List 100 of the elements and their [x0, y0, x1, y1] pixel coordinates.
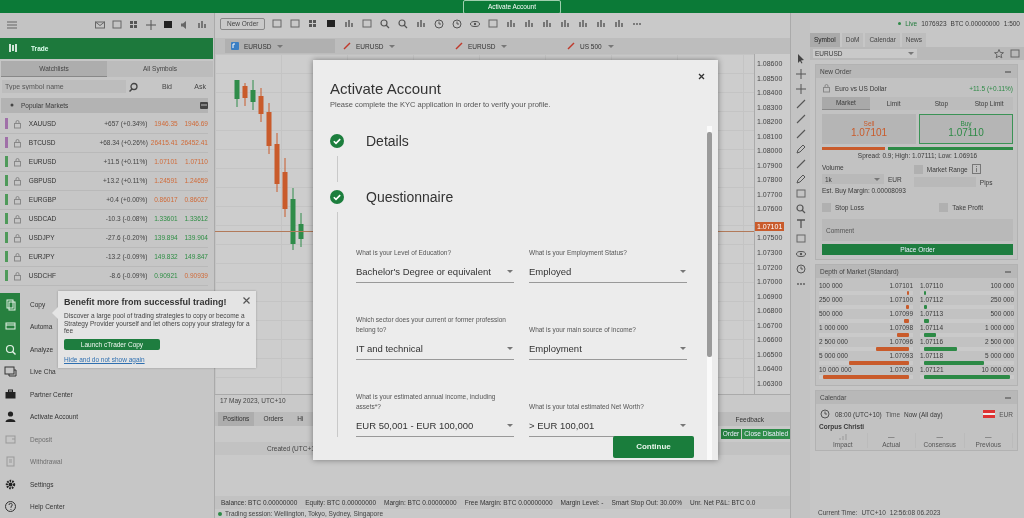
window-icon[interactable]: [111, 19, 123, 32]
candle: [282, 157, 288, 218]
answer-dropdown[interactable]: Employed: [529, 261, 687, 283]
eye-icon[interactable]: [794, 248, 807, 260]
lock-icon: [12, 194, 22, 205]
candle: [274, 132, 280, 193]
crosshair-icon[interactable]: [794, 83, 807, 95]
continue-button[interactable]: Continue: [613, 436, 694, 458]
caret-icon: [506, 345, 514, 352]
candle: [298, 212, 304, 248]
lock-icon: [12, 270, 22, 281]
mail-icon[interactable]: [94, 19, 106, 32]
bar-chart-icon[interactable]: [613, 18, 626, 30]
candle: [242, 82, 248, 107]
document-icon: [3, 455, 17, 469]
square-icon[interactable]: [325, 18, 338, 30]
window-icon[interactable]: [361, 18, 374, 30]
crosshair-icon[interactable]: [794, 68, 807, 80]
candles-icon: [7, 42, 19, 55]
close-icon[interactable]: [697, 72, 706, 81]
window-icon[interactable]: [487, 18, 500, 30]
pencil-icon[interactable]: [794, 143, 807, 155]
search-icon[interactable]: [128, 81, 138, 92]
caret-icon: [276, 42, 285, 50]
step-title: Questionnaire: [366, 189, 454, 205]
magnifier-icon: [3, 342, 17, 356]
window-icon[interactable]: [271, 18, 284, 30]
answer-dropdown[interactable]: Bachelor's Degree or equivalent: [356, 261, 514, 283]
spread-bar: [822, 147, 885, 150]
answer-dropdown[interactable]: Employment: [529, 338, 687, 360]
caret-icon: [388, 42, 397, 50]
settings-icon: [3, 477, 17, 491]
candle: [250, 80, 256, 111]
help-icon: [3, 500, 17, 514]
chart-type-icon: [231, 42, 239, 50]
line-icon: [455, 42, 463, 50]
bar-chart-icon[interactable]: [523, 18, 536, 30]
lock-icon: [822, 83, 831, 93]
chat-icon: [3, 365, 17, 379]
briefcase-icon: [3, 387, 17, 401]
window-icon[interactable]: [289, 18, 302, 30]
modal-title: Activate Account: [330, 80, 442, 97]
star-icon[interactable]: [993, 47, 1005, 60]
bar-chart-icon[interactable]: [559, 18, 572, 30]
clock-icon[interactable]: [794, 263, 807, 275]
eye-icon[interactable]: [469, 18, 482, 30]
menu-icon[interactable]: [6, 20, 18, 31]
pencil-icon[interactable]: [794, 173, 807, 185]
panel-icon: [200, 101, 208, 109]
caret-icon: [606, 42, 615, 50]
lock-icon: [12, 175, 22, 186]
bar-chart-icon[interactable]: [595, 18, 608, 30]
zoom-icon[interactable]: [397, 18, 410, 30]
popup-title: Benefit more from successful trading!: [64, 297, 228, 307]
flag-icon: [983, 410, 996, 418]
answer-dropdown[interactable]: IT and technical: [356, 338, 514, 360]
lock-icon: [12, 232, 22, 243]
wallet-icon: [3, 432, 17, 446]
caret-icon: [500, 42, 509, 50]
window-icon[interactable]: [1009, 47, 1021, 60]
session-dot: [218, 511, 222, 516]
crosshair-icon[interactable]: [145, 19, 157, 32]
candle: [234, 80, 240, 108]
lock-icon: [12, 137, 22, 148]
line-icon[interactable]: [794, 113, 807, 125]
candle: [266, 102, 272, 155]
candle: [258, 87, 264, 123]
lock-icon: [12, 156, 22, 167]
bar-chart-icon[interactable]: [415, 18, 428, 30]
clock-icon: [819, 408, 831, 420]
answer-dropdown[interactable]: EUR 50,001 - EUR 100,000: [356, 415, 514, 437]
bar-chart-icon[interactable]: [505, 18, 518, 30]
caret-icon: [506, 422, 514, 429]
close-icon[interactable]: [242, 296, 251, 305]
caret-icon: [679, 268, 687, 275]
caret-icon: [679, 422, 687, 429]
copy-icon: [3, 297, 17, 311]
line-icon[interactable]: [794, 128, 807, 140]
bar-chart-icon[interactable]: [343, 18, 356, 30]
zoom-icon[interactable]: [794, 203, 807, 215]
step-title: Details: [366, 133, 409, 149]
info-icon: [971, 164, 981, 174]
clock-icon[interactable]: [433, 18, 446, 30]
candle: [290, 187, 296, 250]
line-icon: [567, 42, 575, 50]
bar-chart-icon[interactable]: [541, 18, 554, 30]
caret-icon: [679, 345, 687, 352]
caret-icon: [873, 175, 881, 183]
caret-icon: [506, 268, 514, 275]
clock-icon[interactable]: [451, 18, 464, 30]
window-icon[interactable]: [794, 233, 807, 245]
line-icon: [343, 42, 351, 50]
text-icon[interactable]: [794, 218, 807, 230]
window-icon[interactable]: [794, 188, 807, 200]
status-dot: [898, 21, 902, 25]
zoom-icon[interactable]: [379, 18, 392, 30]
lock-icon: [12, 118, 22, 129]
line-icon[interactable]: [794, 158, 807, 170]
line-icon[interactable]: [794, 98, 807, 110]
bar-chart-icon[interactable]: [577, 18, 590, 30]
